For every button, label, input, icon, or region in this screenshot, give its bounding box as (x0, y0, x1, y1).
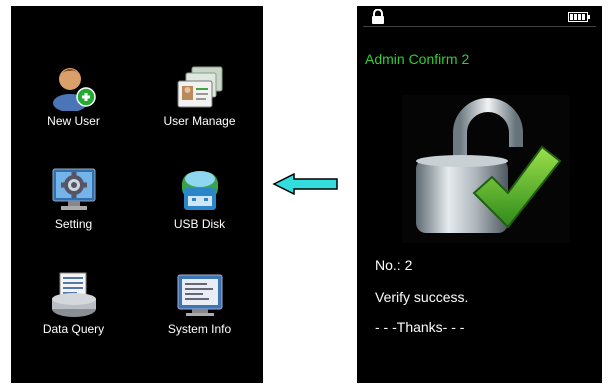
user-manage-icon (177, 66, 222, 108)
setting-label: Setting (54, 217, 93, 231)
thanks-message: - - -Thanks- - - (375, 319, 465, 335)
unlocked-padlock-checkmark-icon (402, 95, 570, 243)
system-info-icon (177, 274, 222, 316)
admin-confirm-title: Admin Confirm 2 (365, 51, 470, 67)
battery-icon (568, 12, 590, 22)
main-menu-screen: New User User Manage Setting USB Disk Da… (11, 6, 263, 383)
usb-disk-label: USB Disk (173, 217, 226, 231)
new-user-label: New User (47, 114, 100, 128)
data-query-label: Data Query (42, 322, 105, 336)
data-query-icon (51, 272, 96, 317)
menu-item-data-query[interactable]: Data Query (11, 271, 136, 361)
new-user-icon (52, 68, 96, 111)
menu-item-usb-disk[interactable]: USB Disk (137, 166, 262, 256)
menu-item-setting[interactable]: Setting (11, 166, 136, 256)
system-info-label: System Info (167, 322, 232, 336)
status-divider (363, 26, 596, 27)
menu-item-system-info[interactable]: System Info (137, 271, 262, 361)
verify-result: Verify success. (375, 289, 469, 305)
status-bar (357, 6, 602, 28)
menu-item-user-manage[interactable]: User Manage (137, 63, 262, 153)
user-number: No.: 2 (375, 257, 413, 273)
lock-icon (372, 9, 384, 24)
usb-disk-icon (181, 171, 218, 210)
menu-item-new-user[interactable]: New User (11, 63, 136, 153)
setting-icon (52, 168, 95, 210)
user-manage-label: User Manage (163, 114, 236, 128)
left-arrow-icon (272, 173, 338, 195)
admin-confirm-screen: Admin Confirm 2 No.: 2 Verify success. -… (357, 6, 602, 383)
